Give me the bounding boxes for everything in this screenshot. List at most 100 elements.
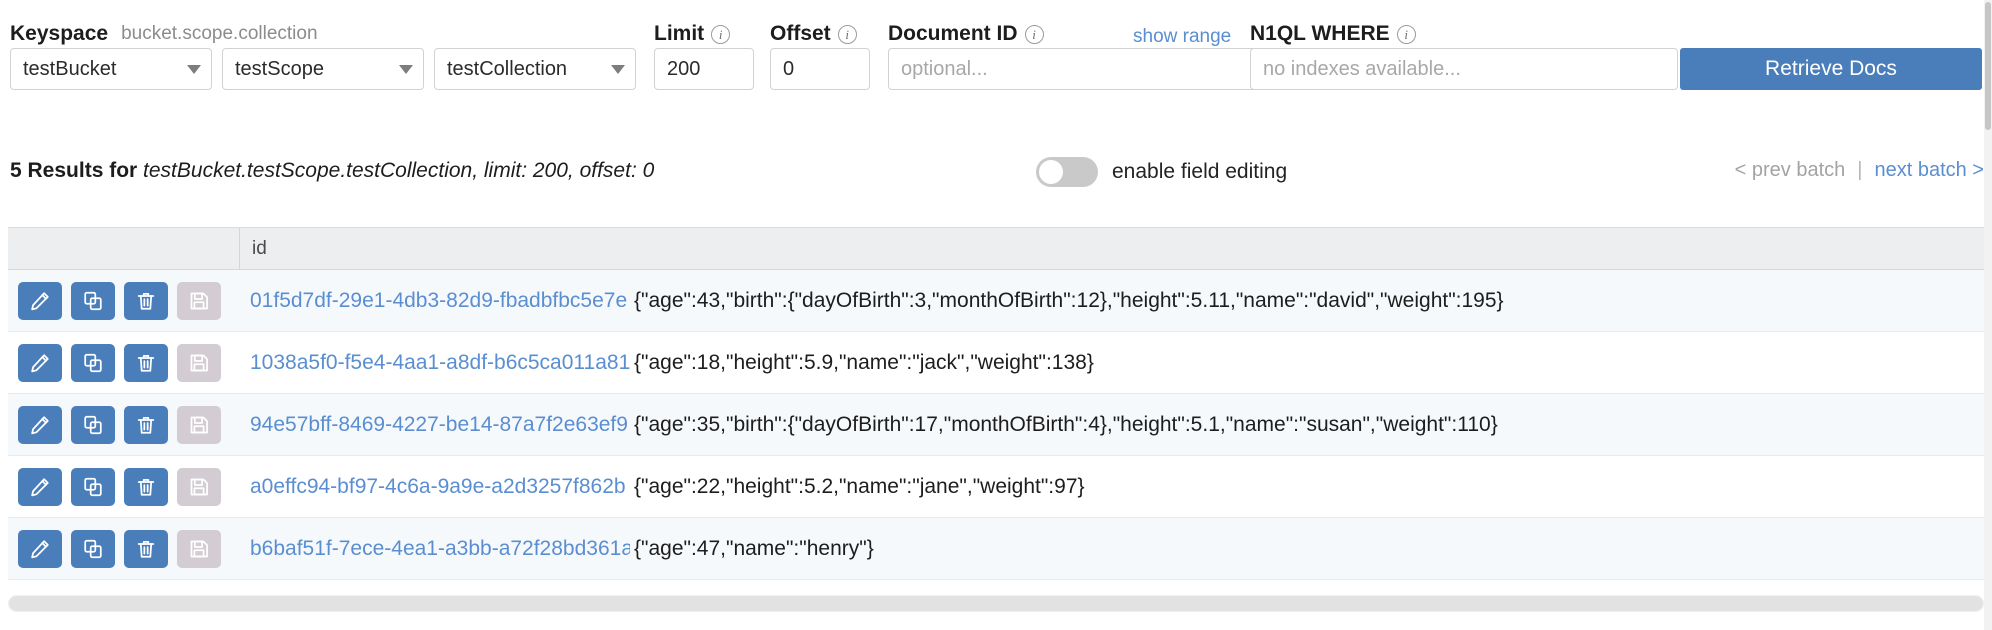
floppy-disk-icon [188, 414, 210, 436]
delete-document-button[interactable] [124, 282, 168, 320]
batch-separator: | [1857, 159, 1862, 182]
toggle-knob [1039, 160, 1063, 184]
table-row: b6baf51f-7ece-4ea1-a3bb-a72f28bd361a{"ag… [8, 518, 1984, 580]
document-json-preview: {"age":47,"name":"henry"} [630, 537, 1984, 561]
keyspace-label-group: Keyspace bucket.scope.collection [10, 22, 318, 46]
row-actions [8, 530, 240, 568]
save-document-button [177, 468, 221, 506]
edit-document-button[interactable] [18, 282, 62, 320]
toolbar-fields-row: testBucket testScope testCollection 200 … [0, 48, 1992, 96]
copy-icon [82, 352, 104, 374]
collection-select[interactable]: testCollection [434, 48, 636, 90]
floppy-disk-icon [188, 538, 210, 560]
documents-table: id 01f5d7df-29e1-4db3-82d9-fbadbfbc5e7e{… [8, 227, 1984, 593]
table-row: 1038a5f0-f5e4-4aa1-a8df-b6c5ca011a81{"ag… [8, 332, 1984, 394]
horizontal-scrollbar[interactable] [8, 595, 1984, 612]
document-id-link[interactable]: 01f5d7df-29e1-4db3-82d9-fbadbfbc5e7e [240, 289, 630, 313]
enable-field-editing-label: enable field editing [1112, 160, 1287, 184]
copy-icon [82, 538, 104, 560]
trash-icon [135, 414, 157, 436]
results-detail: testBucket.testScope.testCollection, lim… [143, 159, 654, 182]
delete-document-button[interactable] [124, 406, 168, 444]
document-id-info-icon[interactable]: i [1025, 25, 1044, 44]
table-body: 01f5d7df-29e1-4db3-82d9-fbadbfbc5e7e{"ag… [8, 270, 1984, 580]
table-header-row: id [8, 228, 1984, 270]
offset-input[interactable]: 0 [770, 48, 870, 90]
document-id-label-group: Document ID i [888, 22, 1044, 46]
delete-document-button[interactable] [124, 468, 168, 506]
pencil-icon [29, 290, 51, 312]
field-editing-toggle-group: enable field editing [1036, 157, 1287, 187]
batch-navigation: < prev batch | next batch > [1735, 159, 1984, 182]
horizontal-scrollbar-thumb[interactable] [9, 596, 1983, 611]
n1ql-where-info-icon[interactable]: i [1397, 25, 1416, 44]
copy-icon [82, 414, 104, 436]
offset-label-group: Offset i [770, 22, 857, 46]
pencil-icon [29, 538, 51, 560]
document-id-link[interactable]: 94e57bff-8469-4227-be14-87a7f2e63ef9 [240, 413, 630, 437]
toolbar-labels-row: Keyspace bucket.scope.collection Limit i… [0, 14, 1992, 44]
document-id-link[interactable]: b6baf51f-7ece-4ea1-a3bb-a72f28bd361a [240, 537, 630, 561]
scope-select-value: testScope [235, 58, 324, 81]
n1ql-where-input[interactable]: no indexes available... [1250, 48, 1678, 90]
copy-document-button[interactable] [71, 530, 115, 568]
table-header-id: id [240, 228, 1984, 269]
delete-document-button[interactable] [124, 344, 168, 382]
copy-document-button[interactable] [71, 344, 115, 382]
row-actions [8, 344, 240, 382]
edit-document-button[interactable] [18, 468, 62, 506]
document-json-preview: {"age":22,"height":5.2,"name":"jane","we… [630, 475, 1984, 499]
copy-icon [82, 290, 104, 312]
row-actions [8, 468, 240, 506]
bucket-select[interactable]: testBucket [10, 48, 212, 90]
table-row: a0effc94-bf97-4c6a-9a9e-a2d3257f862b{"ag… [8, 456, 1984, 518]
offset-label: Offset [770, 22, 831, 46]
edit-document-button[interactable] [18, 344, 62, 382]
chevron-down-icon [399, 65, 413, 74]
pencil-icon [29, 352, 51, 374]
prev-batch-link[interactable]: < prev batch [1735, 159, 1846, 182]
save-document-button [177, 282, 221, 320]
show-range-link[interactable]: show range [1133, 26, 1231, 48]
document-id-link[interactable]: 1038a5f0-f5e4-4aa1-a8df-b6c5ca011a81 [240, 351, 630, 375]
limit-info-icon[interactable]: i [711, 25, 730, 44]
n1ql-where-label-group: N1QL WHERE i [1250, 22, 1416, 46]
results-summary-text: 5 Results for testBucket.testScope.testC… [10, 159, 654, 183]
document-id-link[interactable]: a0effc94-bf97-4c6a-9a9e-a2d3257f862b [240, 475, 630, 499]
document-json-preview: {"age":43,"birth":{"dayOfBirth":3,"month… [630, 289, 1984, 313]
enable-field-editing-toggle[interactable] [1036, 157, 1098, 187]
copy-icon [82, 476, 104, 498]
limit-input-value: 200 [667, 58, 700, 81]
delete-document-button[interactable] [124, 530, 168, 568]
vertical-scrollbar-thumb[interactable] [1985, 2, 1991, 130]
chevron-down-icon [611, 65, 625, 74]
floppy-disk-icon [188, 290, 210, 312]
next-batch-link[interactable]: next batch > [1874, 159, 1984, 182]
edit-document-button[interactable] [18, 530, 62, 568]
retrieve-docs-button[interactable]: Retrieve Docs [1680, 48, 1982, 90]
scope-select[interactable]: testScope [222, 48, 424, 90]
vertical-scrollbar[interactable] [1984, 0, 1992, 630]
save-document-button [177, 344, 221, 382]
trash-icon [135, 476, 157, 498]
floppy-disk-icon [188, 476, 210, 498]
offset-info-icon[interactable]: i [838, 25, 857, 44]
save-document-button [177, 406, 221, 444]
limit-input[interactable]: 200 [654, 48, 754, 90]
save-document-button [177, 530, 221, 568]
document-browser-page: Keyspace bucket.scope.collection Limit i… [0, 0, 1992, 630]
collection-select-value: testCollection [447, 58, 567, 81]
pencil-icon [29, 476, 51, 498]
trash-icon [135, 538, 157, 560]
document-json-preview: {"age":35,"birth":{"dayOfBirth":17,"mont… [630, 413, 1984, 437]
query-toolbar: Keyspace bucket.scope.collection Limit i… [0, 0, 1992, 96]
document-id-label: Document ID [888, 22, 1018, 46]
table-row: 01f5d7df-29e1-4db3-82d9-fbadbfbc5e7e{"ag… [8, 270, 1984, 332]
copy-document-button[interactable] [71, 468, 115, 506]
copy-document-button[interactable] [71, 282, 115, 320]
table-row: 94e57bff-8469-4227-be14-87a7f2e63ef9{"ag… [8, 394, 1984, 456]
n1ql-where-placeholder: no indexes available... [1263, 58, 1461, 81]
keyspace-label: Keyspace [10, 22, 108, 46]
edit-document-button[interactable] [18, 406, 62, 444]
copy-document-button[interactable] [71, 406, 115, 444]
